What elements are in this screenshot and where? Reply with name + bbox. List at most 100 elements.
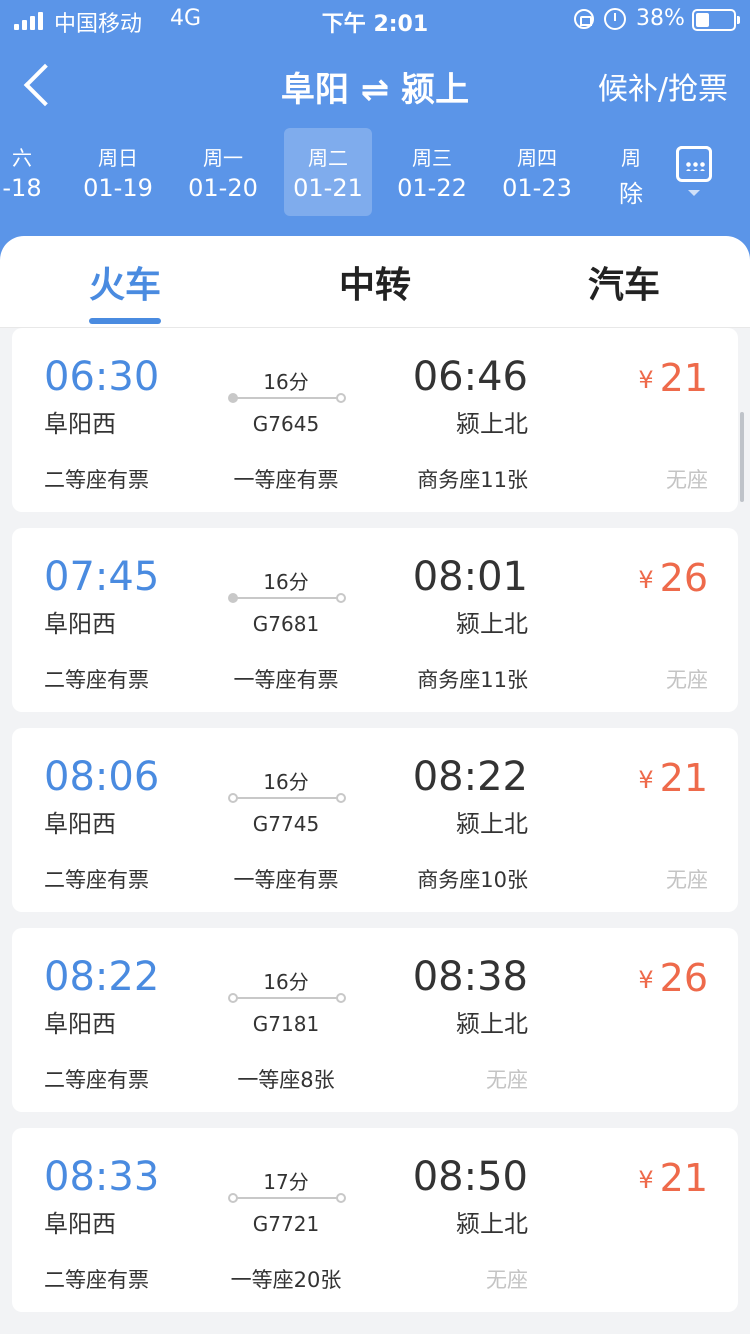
price: ¥21 <box>638 756 708 800</box>
date-value: 01-23 <box>502 174 572 202</box>
date-value: 01-19 <box>83 174 153 202</box>
price-value: 26 <box>659 556 708 600</box>
train-card[interactable]: 07:45 阜阳西 16分 G7681 08:01 颍上北 ¥26 二等座有票 … <box>12 528 738 712</box>
price-value: 26 <box>659 956 708 1000</box>
route-start-dot <box>228 993 238 1003</box>
price: ¥26 <box>638 956 708 1000</box>
calendar-icon[interactable] <box>676 146 712 182</box>
train-number: G7721 <box>252 1212 320 1236</box>
currency-symbol: ¥ <box>638 1166 654 1194</box>
train-card[interactable]: 08:33 阜阳西 17分 G7721 08:50 颍上北 ¥21 二等座有票 … <box>12 1128 738 1312</box>
date-item-selected[interactable]: 周二 01-21 <box>284 128 372 216</box>
route-start-dot <box>228 393 238 403</box>
price-value: 21 <box>659 756 708 800</box>
seat-second-class: 二等座有票 <box>44 868 149 892</box>
route-line <box>232 397 340 399</box>
departure-time: 08:22 <box>44 954 160 1000</box>
departure-time: 08:06 <box>44 754 160 800</box>
route-end-dot <box>336 393 346 403</box>
price-value: 21 <box>659 356 708 400</box>
tab-train[interactable]: 火车 <box>45 256 205 308</box>
route-line <box>232 1197 340 1199</box>
seat-second-class: 二等座有票 <box>44 1268 149 1292</box>
currency-symbol: ¥ <box>638 566 654 594</box>
date-weekday: 周 <box>621 146 641 170</box>
date-value: 01-21 <box>293 174 363 202</box>
tab-transfer[interactable]: 中转 <box>295 256 455 308</box>
status-bar: 中国移动 4G 下午 2:01 38% <box>0 0 750 40</box>
departure-station: 阜阳西 <box>44 410 116 438</box>
seat-business: 商务座11张 <box>417 668 528 692</box>
train-number: G7681 <box>252 612 320 636</box>
route-end-dot <box>336 1193 346 1203</box>
departure-time: 06:30 <box>44 354 160 400</box>
battery-icon <box>692 9 740 31</box>
date-weekday: 六 <box>12 146 32 170</box>
departure-station: 阜阳西 <box>44 1210 116 1238</box>
arrival-station: 颍上北 <box>456 410 528 438</box>
train-number: G7745 <box>252 812 320 836</box>
date-item[interactable]: 周四 01-23 <box>493 128 581 216</box>
seat-standing: 无座 <box>666 668 708 692</box>
price: ¥26 <box>638 556 708 600</box>
date-item[interactable]: 周日 01-19 <box>74 128 162 216</box>
departure-station: 阜阳西 <box>44 610 116 638</box>
departure-time: 08:33 <box>44 1154 160 1200</box>
route-start-dot <box>228 793 238 803</box>
price: ¥21 <box>638 356 708 400</box>
date-item[interactable]: 周 除 <box>587 128 675 216</box>
train-card[interactable]: 08:22 阜阳西 16分 G7181 08:38 颍上北 ¥26 二等座有票 … <box>12 928 738 1112</box>
train-card[interactable]: 06:30 阜阳西 16分 G7645 06:46 颍上北 ¥21 二等座有票 … <box>12 328 738 512</box>
arrival-time: 08:22 <box>412 754 528 800</box>
train-number: G7645 <box>252 412 320 436</box>
seat-first-class: 一等座有票 <box>233 868 339 892</box>
arrival-station: 颍上北 <box>456 810 528 838</box>
seat-standing: 无座 <box>486 1268 528 1292</box>
tab-bus[interactable]: 汽车 <box>544 256 704 308</box>
date-item[interactable]: 六 -18 <box>0 128 66 216</box>
price-value: 21 <box>659 1156 708 1200</box>
date-value: 01-22 <box>397 174 467 202</box>
battery-percent: 38% <box>636 6 685 31</box>
route-end-dot <box>336 993 346 1003</box>
date-item[interactable]: 周三 01-22 <box>388 128 476 216</box>
mode-tabs: 火车 中转 汽车 <box>0 236 750 328</box>
date-item[interactable]: 周一 01-20 <box>179 128 267 216</box>
date-weekday: 周二 <box>308 146 348 170</box>
duration: 16分 <box>263 370 309 394</box>
alarm-icon <box>604 8 626 30</box>
departure-station: 阜阳西 <box>44 1010 116 1038</box>
currency-symbol: ¥ <box>638 766 654 794</box>
seat-business: 商务座10张 <box>417 868 528 892</box>
duration: 16分 <box>263 970 309 994</box>
seat-second-class: 二等座有票 <box>44 668 149 692</box>
waitlist-button[interactable]: 候补/抢票 <box>598 64 728 108</box>
duration: 16分 <box>263 770 309 794</box>
scrollbar[interactable] <box>740 412 744 502</box>
seat-standing: 无座 <box>486 1068 528 1092</box>
arrival-station: 颍上北 <box>456 1010 528 1038</box>
duration: 16分 <box>263 570 309 594</box>
route-line <box>232 597 340 599</box>
date-value: 01-20 <box>188 174 258 202</box>
date-weekday: 周一 <box>203 146 243 170</box>
date-weekday: 周日 <box>98 146 138 170</box>
arrival-time: 08:50 <box>412 1154 528 1200</box>
arrival-time: 08:38 <box>412 954 528 1000</box>
duration: 17分 <box>263 1170 309 1194</box>
train-number: G7181 <box>252 1012 320 1036</box>
route-line <box>232 997 340 999</box>
rotation-lock-icon <box>574 9 594 29</box>
date-weekday: 周四 <box>517 146 557 170</box>
seat-first-class: 一等座有票 <box>233 668 339 692</box>
route-line <box>232 797 340 799</box>
arrival-time: 06:46 <box>412 354 528 400</box>
arrival-station: 颍上北 <box>456 610 528 638</box>
currency-symbol: ¥ <box>638 966 654 994</box>
seat-first-class: 一等座8张 <box>237 1068 335 1092</box>
departure-time: 07:45 <box>44 554 160 600</box>
train-card[interactable]: 08:06 阜阳西 16分 G7745 08:22 颍上北 ¥21 二等座有票 … <box>12 728 738 912</box>
route-start-dot <box>228 1193 238 1203</box>
date-value: -18 <box>2 174 42 202</box>
seat-business: 商务座11张 <box>417 468 528 492</box>
